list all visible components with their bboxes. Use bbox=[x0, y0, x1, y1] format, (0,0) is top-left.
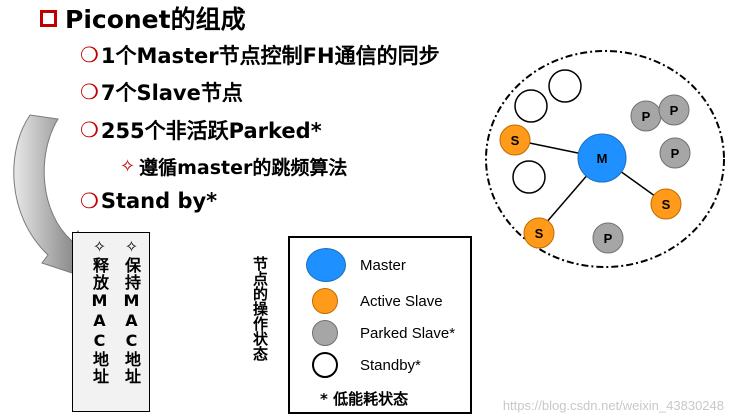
parked-node-label: P bbox=[642, 109, 651, 124]
legend-item-master: Master bbox=[306, 248, 406, 282]
legend-label: Parked Slave* bbox=[360, 324, 456, 342]
parked-node-label: P bbox=[670, 103, 679, 118]
master-node-icon bbox=[306, 248, 346, 282]
four-point-star-icon: ✧ bbox=[120, 156, 136, 177]
legend-item-standby: Standby* bbox=[306, 352, 421, 378]
legend-item-active: Active Slave bbox=[306, 288, 443, 314]
bullet-slave: ❍ 7个Slave节点 bbox=[80, 77, 243, 107]
title-text: Piconet的组成 bbox=[65, 5, 246, 34]
legend-note: * 低能耗状态 bbox=[320, 390, 409, 408]
active-slave-icon bbox=[312, 288, 338, 314]
watermark: https://blog.csdn.net/weixin_43830248 bbox=[502, 398, 724, 413]
slave-node-label: S bbox=[511, 133, 520, 148]
master-node-label: M bbox=[597, 151, 608, 166]
subbullet-text: 遵循master的跳频算法 bbox=[139, 157, 348, 179]
piconet-diagram: M S S S P P P P bbox=[485, 50, 725, 268]
standby-node-icon bbox=[312, 352, 338, 378]
legend-label: Standby* bbox=[360, 356, 421, 374]
bullet-standby: ❍ Stand by* bbox=[80, 189, 217, 213]
slave-node-label: S bbox=[535, 226, 544, 241]
parked-node-label: P bbox=[604, 231, 613, 246]
operating-state-label: 节点的操作状态 bbox=[251, 256, 269, 361]
bullet-text: 1个Master节点控制FH通信的同步 bbox=[100, 44, 440, 68]
standby-node bbox=[548, 69, 582, 103]
bullet-master: ❍ 1个Master节点控制FH通信的同步 bbox=[80, 40, 440, 70]
legend: Master Active Slave Parked Slave* Standb… bbox=[288, 236, 472, 414]
page-title: Piconet的组成 bbox=[40, 0, 246, 36]
ring-bullet-icon: ❍ bbox=[80, 43, 99, 67]
bullet-text: 7个Slave节点 bbox=[100, 81, 243, 105]
title-square-bullet-icon bbox=[40, 9, 57, 27]
parked-slave-icon bbox=[312, 320, 338, 346]
standby-node bbox=[512, 160, 546, 194]
legend-label: Master bbox=[360, 256, 406, 274]
standby-node bbox=[514, 89, 548, 123]
bullet-text: Stand by* bbox=[100, 189, 218, 213]
hold-mac-text: ✧保持MAC地址 bbox=[122, 237, 141, 385]
ring-bullet-icon: ❍ bbox=[80, 80, 99, 104]
parked-node-label: P bbox=[671, 146, 680, 161]
subbullet-hopping: ✧ 遵循master的跳频算法 bbox=[120, 153, 347, 180]
legend-label: Active Slave bbox=[360, 292, 443, 310]
legend-item-parked: Parked Slave* bbox=[306, 320, 455, 346]
mac-address-box: ✧保持MAC地址 ✧释放MAC地址 bbox=[72, 232, 150, 412]
bullet-text: 255个非活跃Parked* bbox=[100, 119, 322, 143]
slave-node-label: S bbox=[662, 197, 671, 212]
bullet-parked: ❍ 255个非活跃Parked* bbox=[80, 115, 322, 145]
release-mac-text: ✧释放MAC地址 bbox=[90, 237, 109, 385]
